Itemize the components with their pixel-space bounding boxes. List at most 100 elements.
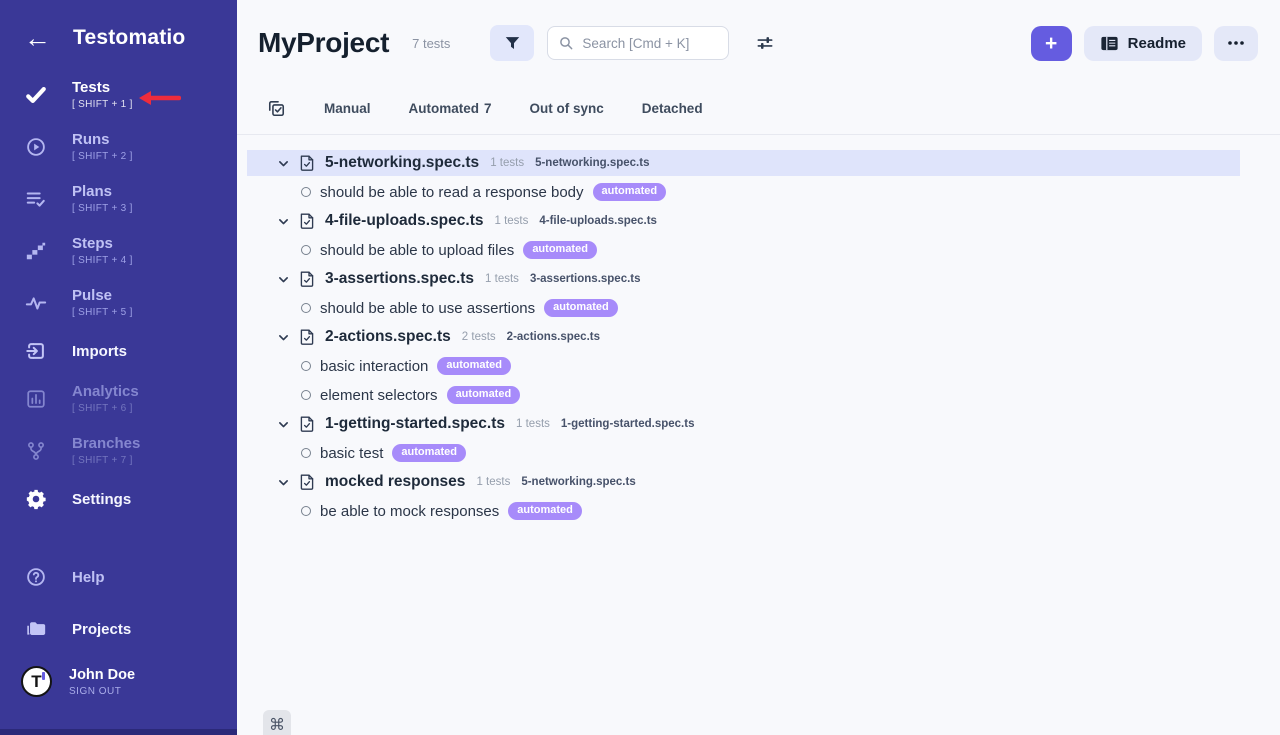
test-row[interactable]: basic test automated: [247, 440, 1240, 466]
test-row[interactable]: basic interaction automated: [247, 353, 1240, 379]
command-icon: ⌘: [269, 715, 285, 735]
check-icon: [24, 83, 48, 107]
test-circle-icon: [301, 187, 311, 197]
test-row[interactable]: should be able to upload files automated: [247, 237, 1240, 263]
tab-count: 7: [484, 101, 492, 116]
tab-detached[interactable]: Detached: [642, 101, 703, 116]
sidebar-item-shortcut: [ SHIFT + 7 ]: [72, 454, 140, 468]
sidebar-item-imports[interactable]: Imports: [0, 338, 237, 364]
book-icon: [1100, 35, 1119, 52]
import-icon: [24, 339, 48, 363]
suite-row[interactable]: 3-assertions.spec.ts 1 tests 3-assertion…: [247, 266, 1240, 292]
sidebar-item-tests[interactable]: Tests [ SHIFT + 1 ]: [0, 78, 237, 112]
filter-button[interactable]: [490, 25, 534, 61]
add-button[interactable]: +: [1031, 26, 1072, 61]
sidebar-item-label: Branches: [72, 435, 140, 452]
suite-name: 1-getting-started.spec.ts: [325, 415, 505, 433]
suite-row[interactable]: 1-getting-started.spec.ts 1 tests 1-gett…: [247, 411, 1240, 437]
file-check-icon: [299, 270, 315, 288]
tests-count: 7 tests: [412, 36, 450, 51]
tab-automated[interactable]: Automated 7: [409, 101, 492, 116]
sidebar-item-projects[interactable]: Projects: [0, 616, 237, 642]
test-circle-icon: [301, 361, 311, 371]
sidebar-item-analytics[interactable]: Analytics [ SHIFT + 6 ]: [0, 382, 237, 416]
chevron-down-icon[interactable]: [277, 418, 290, 431]
test-title: should be able to upload files: [320, 242, 514, 259]
suite-file-path: 5-networking.spec.ts: [535, 157, 649, 169]
suite-name: 2-actions.spec.ts: [325, 328, 451, 346]
tab-manual[interactable]: Manual: [324, 101, 371, 116]
header: MyProject 7 tests + Readme: [237, 0, 1280, 61]
readme-label: Readme: [1128, 35, 1186, 52]
sidebar-item-pulse[interactable]: Pulse [ SHIFT + 5 ]: [0, 286, 237, 320]
test-title: basic test: [320, 445, 383, 462]
suite-name: 5-networking.spec.ts: [325, 154, 479, 172]
automated-badge: automated: [437, 357, 511, 375]
suite-test-count: 1 tests: [485, 273, 519, 285]
test-row[interactable]: be able to mock responses automated: [247, 498, 1240, 524]
sidebar-item-steps[interactable]: Steps [ SHIFT + 4 ]: [0, 234, 237, 268]
pulse-icon: [24, 291, 48, 315]
sidebar-item-shortcut: [ SHIFT + 4 ]: [72, 254, 133, 268]
back-arrow-icon[interactable]: ←: [24, 26, 51, 50]
suite-test-count: 1 tests: [494, 215, 528, 227]
suite-row[interactable]: mocked responses 1 tests 5-networking.sp…: [247, 469, 1240, 495]
suite-row[interactable]: 4-file-uploads.spec.ts 1 tests 4-file-up…: [247, 208, 1240, 234]
search-input[interactable]: [582, 36, 718, 51]
test-row[interactable]: element selectors automated: [247, 382, 1240, 408]
chevron-down-icon[interactable]: [277, 215, 290, 228]
chevron-down-icon[interactable]: [277, 476, 290, 489]
command-shortcut-button[interactable]: ⌘: [263, 710, 291, 735]
automated-badge: automated: [447, 386, 521, 404]
test-title: be able to mock responses: [320, 503, 499, 520]
search-icon: [558, 35, 574, 51]
sidebar-item-shortcut: [ SHIFT + 2 ]: [72, 150, 133, 164]
more-options-button[interactable]: [1214, 26, 1258, 61]
folder-icon: [24, 617, 48, 641]
readme-button[interactable]: Readme: [1084, 26, 1202, 61]
sidebar-item-runs[interactable]: Runs [ SHIFT + 2 ]: [0, 130, 237, 164]
suite-name: mocked responses: [325, 473, 465, 491]
sidebar-item-label: Tests: [72, 79, 133, 96]
tabs-bar: Manual Automated 7 Out of sync Detached: [237, 61, 1280, 135]
search-box: [547, 26, 729, 60]
avatar: T: [21, 666, 52, 697]
test-circle-icon: [301, 245, 311, 255]
chevron-down-icon[interactable]: [277, 273, 290, 286]
sign-out-link[interactable]: SIGN OUT: [69, 686, 135, 697]
annotation-arrow-icon: [135, 89, 181, 107]
git-branch-icon: [24, 439, 48, 463]
sidebar-item-help[interactable]: Help: [0, 564, 237, 590]
suite-test-count: 1 tests: [490, 157, 524, 169]
sidebar-item-branches[interactable]: Branches [ SHIFT + 7 ]: [0, 434, 237, 468]
test-title: element selectors: [320, 387, 438, 404]
chevron-down-icon[interactable]: [277, 331, 290, 344]
test-circle-icon: [301, 448, 311, 458]
sidebar-item-plans[interactable]: Plans [ SHIFT + 3 ]: [0, 182, 237, 216]
suite-row[interactable]: 5-networking.spec.ts 1 tests 5-networkin…: [247, 150, 1240, 176]
page-title: MyProject: [258, 27, 389, 59]
brand-name: Testomatio: [73, 26, 185, 50]
sliders-button[interactable]: [751, 29, 779, 57]
suite-file-path: 2-actions.spec.ts: [507, 331, 600, 343]
sidebar-item-label: Plans: [72, 183, 133, 200]
test-circle-icon: [301, 506, 311, 516]
avatar-accent-mark: [42, 672, 45, 680]
suite-name: 3-assertions.spec.ts: [325, 270, 474, 288]
file-check-icon: [299, 415, 315, 433]
ellipsis-icon: [1227, 40, 1245, 46]
sidebar-item-settings[interactable]: Settings: [0, 486, 237, 512]
test-row[interactable]: should be able to use assertions automat…: [247, 295, 1240, 321]
suite-file-path: 5-networking.spec.ts: [521, 476, 635, 488]
tab-out-of-sync[interactable]: Out of sync: [530, 101, 604, 116]
suite-row[interactable]: 2-actions.spec.ts 2 tests 2-actions.spec…: [247, 324, 1240, 350]
sidebar-item-shortcut: [ SHIFT + 5 ]: [72, 306, 133, 320]
user-menu[interactable]: T John Doe SIGN OUT: [0, 666, 237, 697]
multi-select-icon[interactable]: [267, 99, 286, 118]
chevron-down-icon[interactable]: [277, 157, 290, 170]
sliders-icon: [755, 33, 775, 53]
sidebar: ← Testomatio Tests [ SHIFT + 1 ] Runs [ …: [0, 0, 237, 735]
suite-test-count: 1 tests: [476, 476, 510, 488]
test-circle-icon: [301, 303, 311, 313]
test-row[interactable]: should be able to read a response body a…: [247, 179, 1240, 205]
